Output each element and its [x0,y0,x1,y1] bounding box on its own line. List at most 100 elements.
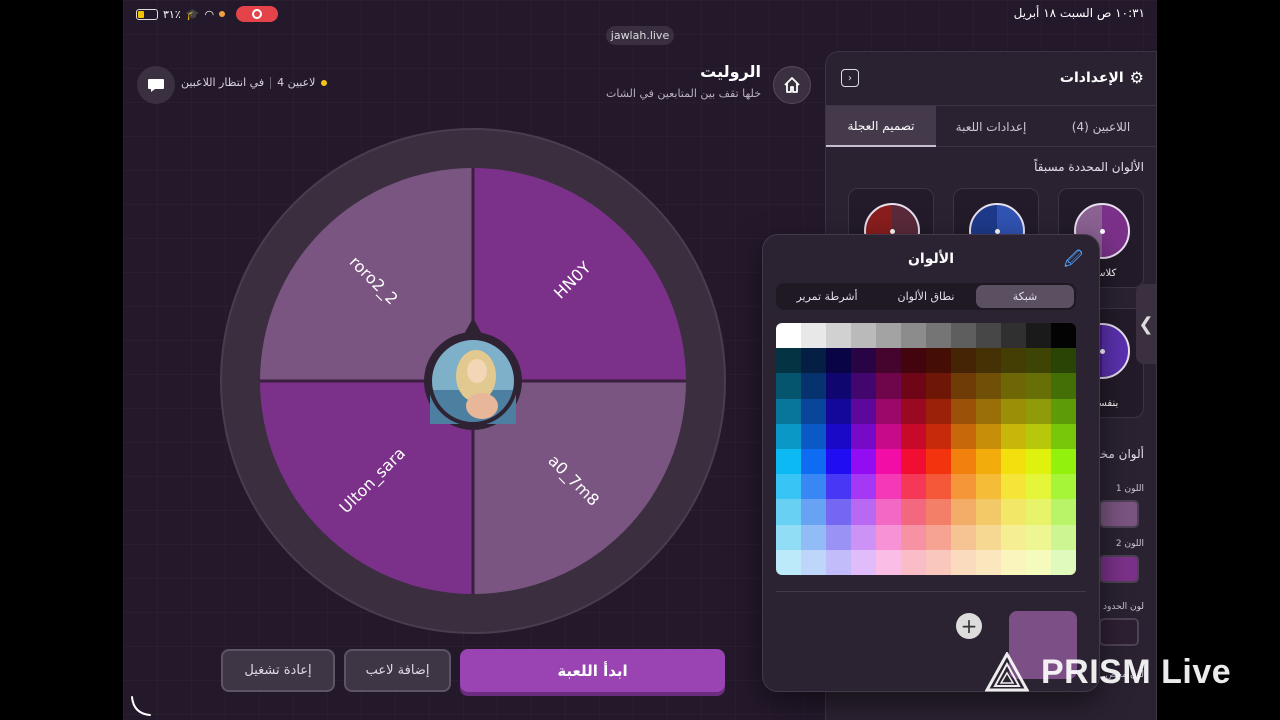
color-cell[interactable] [1051,323,1076,349]
color-cell[interactable] [951,323,976,349]
color-cell[interactable] [926,323,951,349]
color-cell[interactable] [876,373,901,399]
color-cell[interactable] [1001,549,1026,575]
color-cell[interactable] [1001,398,1026,424]
color-cell[interactable] [1026,348,1051,374]
color-cell[interactable] [1026,474,1051,500]
tab-game-settings[interactable]: إعدادات اللعبة [936,106,1046,147]
color-cell[interactable] [926,524,951,550]
color-cell[interactable] [1001,448,1026,475]
color-cell[interactable] [851,373,876,399]
color-cell[interactable] [976,373,1001,399]
color-cell[interactable] [901,323,926,349]
color-cell[interactable] [851,398,876,424]
color-cell[interactable] [1001,348,1026,374]
color-cell[interactable] [851,448,876,475]
color-cell[interactable] [951,499,976,525]
color-cell[interactable] [1026,323,1051,349]
home-button[interactable] [773,66,811,104]
color-cell[interactable] [801,499,826,525]
color-cell[interactable] [801,398,826,424]
color-cell[interactable] [801,423,826,449]
color-cell[interactable] [826,474,851,500]
color-cell[interactable] [851,549,876,575]
color-cell[interactable] [851,323,876,349]
color-cell[interactable] [826,373,851,399]
color-cell[interactable] [801,373,826,399]
roulette-wheel[interactable]: HN0Y a0_7m8 Ulton_sara roro2_2 [220,128,726,634]
color-cell[interactable] [826,348,851,374]
tab-wheel-design[interactable]: تصميم العجلة [826,106,936,147]
color-cell[interactable] [776,549,801,575]
panel-expand-tab[interactable]: ❮ [1136,284,1156,364]
color-cell[interactable] [976,448,1001,475]
color-cell[interactable] [776,323,801,349]
color-grid[interactable] [776,323,1076,575]
color-cell[interactable] [926,373,951,399]
color-cell[interactable] [901,549,926,575]
border-color-swatch[interactable] [1099,618,1139,646]
color-cell[interactable] [876,398,901,424]
color-cell[interactable] [1026,423,1051,449]
color-cell[interactable] [901,398,926,424]
color-cell[interactable] [776,348,801,374]
color-cell[interactable] [951,348,976,374]
color-cell[interactable] [926,448,951,475]
color-cell[interactable] [901,448,926,475]
color-2-swatch[interactable] [1099,555,1139,583]
color-cell[interactable] [826,499,851,525]
color-cell[interactable] [851,524,876,550]
color-cell[interactable] [901,524,926,550]
tab-players[interactable]: اللاعبين (4) [1046,106,1156,147]
color-cell[interactable] [851,474,876,500]
color-cell[interactable] [1051,398,1076,424]
color-1-swatch[interactable] [1099,500,1139,528]
color-cell[interactable] [1001,474,1026,500]
color-cell[interactable] [876,549,901,575]
restart-button[interactable]: إعادة تشغيل [221,649,335,692]
color-cell[interactable] [1051,524,1076,550]
color-cell[interactable] [1026,448,1051,475]
color-cell[interactable] [876,423,901,449]
color-cell[interactable] [1026,373,1051,399]
color-cell[interactable] [976,348,1001,374]
color-cell[interactable] [1051,549,1076,575]
color-cell[interactable] [951,474,976,500]
color-cell[interactable] [801,474,826,500]
color-cell[interactable] [1051,348,1076,374]
color-cell[interactable] [826,448,851,475]
color-cell[interactable] [1001,499,1026,525]
color-cell[interactable] [951,398,976,424]
color-cell[interactable] [876,348,901,374]
color-cell[interactable] [1051,423,1076,449]
color-cell[interactable] [1051,448,1076,475]
color-cell[interactable] [926,423,951,449]
color-cell[interactable] [876,474,901,500]
color-cell[interactable] [776,499,801,525]
color-cell[interactable] [776,448,801,475]
color-cell[interactable] [951,524,976,550]
color-cell[interactable] [876,448,901,475]
color-cell[interactable] [976,499,1001,525]
color-cell[interactable] [801,323,826,349]
color-cell[interactable] [1026,499,1051,525]
color-cell[interactable] [951,448,976,475]
eyedropper-icon[interactable]: 🖉 [1064,247,1083,277]
color-cell[interactable] [901,499,926,525]
color-cell[interactable] [901,348,926,374]
color-cell[interactable] [951,423,976,449]
color-cell[interactable] [1001,423,1026,449]
color-cell[interactable] [776,474,801,500]
collapse-panel-icon[interactable]: › [841,69,859,87]
color-cell[interactable] [826,549,851,575]
color-cell[interactable] [776,423,801,449]
color-cell[interactable] [1051,373,1076,399]
mode-spectrum[interactable]: نطاق الألوان [877,285,975,308]
color-cell[interactable] [926,499,951,525]
color-cell[interactable] [801,549,826,575]
phone-call-icon[interactable] [129,694,153,718]
color-cell[interactable] [1051,474,1076,500]
color-cell[interactable] [1026,524,1051,550]
color-cell[interactable] [926,398,951,424]
color-cell[interactable] [901,474,926,500]
